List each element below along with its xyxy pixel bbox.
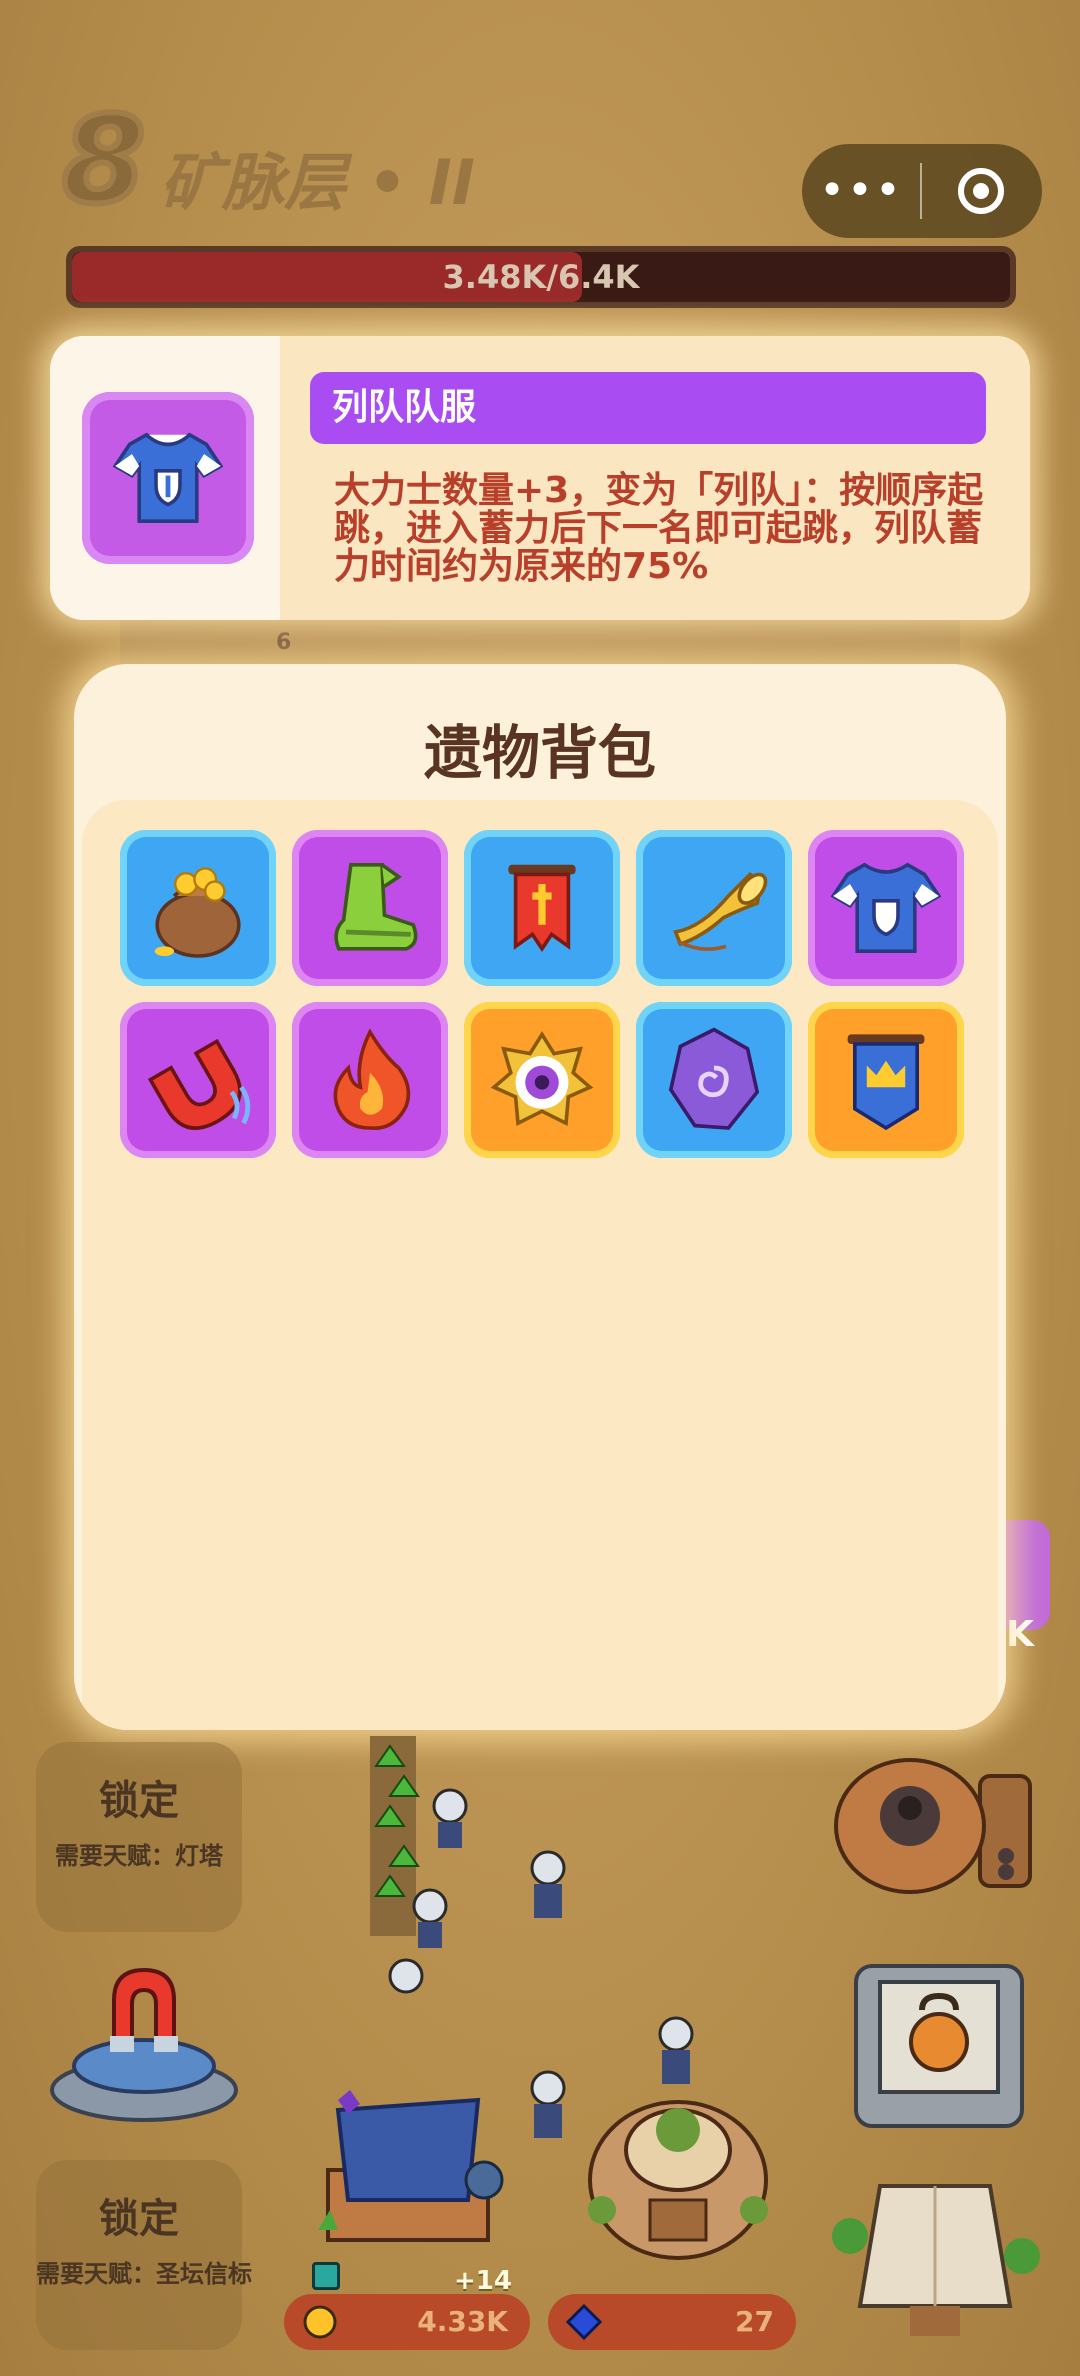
gym-building[interactable] [846,1946,1032,2136]
floating-gain-primary: +14 [454,2266,512,2296]
target-icon [958,168,1004,214]
tooltip-title: 列队队服 [310,372,986,444]
more-menu-button[interactable]: ••• [802,144,920,238]
locked-slot-altar-beacon[interactable]: 锁定 需要天赋：圣坛信标 [36,2160,252,2350]
lock-title: 锁定 [99,1778,179,1824]
magnet-icon[interactable] [120,1002,276,1158]
gold-resource-bar: 4.33K [284,2294,530,2350]
gem-value: 27 [735,2305,774,2338]
level-name: 矿脉层 • II [160,146,475,219]
tooltip-description: 大力士数量+3，变为「列队」：按顺序起跳，进入蓄力后下一名即可起跳，列队蓄力时间… [334,470,984,587]
mini-program-capsule: ••• [802,144,1042,238]
lock-requirement: 需要天赋：灯塔 [55,1842,223,1870]
board-number: 6 [276,630,292,655]
gold-coin-icon [302,2304,338,2340]
coin-bag-icon[interactable] [120,830,276,986]
sword-banner-icon[interactable] [464,830,620,986]
forge-stand-building[interactable] [308,2080,504,2280]
relic-grid-area [82,800,998,1730]
relic-tooltip: 列队队服 大力士数量+3，变为「列队」：按顺序起跳，进入蓄力后下一名即可起跳，列… [50,336,1030,620]
side-value-fragment: K [1006,1614,1034,1655]
cannon-building[interactable] [830,1746,1040,1916]
gem-resource-bar: 27 [548,2294,796,2350]
relic-backpack-panel: 遗物背包 [74,664,1006,1730]
green-boot-icon[interactable] [292,830,448,986]
magnet-building[interactable] [44,1950,244,2130]
gold-value: 4.33K [417,2305,508,2338]
jersey-icon [82,392,254,564]
jersey-icon[interactable] [808,830,964,986]
blue-gem-icon [565,2303,603,2341]
teal-block-icon [312,2262,340,2290]
level-number: 8 [59,89,148,234]
worker-figure [646,2016,706,2096]
worker-figure [518,2070,578,2150]
locked-slot-lighthouse[interactable]: 锁定 需要天赋：灯塔 [36,1742,242,1932]
lock-title: 锁定 [99,2196,179,2242]
horn-icon[interactable] [636,830,792,986]
hp-text: 3.48K/6.4K [442,258,640,296]
worker-figure [518,1850,578,1930]
close-target-button[interactable] [922,168,1040,214]
lock-requirement: 需要天赋：圣坛信标 [36,2260,252,2288]
panel-title: 遗物背包 [423,719,656,787]
crown-flag-icon[interactable] [808,1002,964,1158]
worker-column [350,1736,480,2026]
eye-amulet-icon[interactable] [464,1002,620,1158]
flame-icon[interactable] [292,1002,448,1158]
tent-building[interactable] [830,2156,1040,2356]
rune-crystal-icon[interactable] [636,1002,792,1158]
boss-hp-bar: 3.48K/6.4K [66,246,1016,308]
